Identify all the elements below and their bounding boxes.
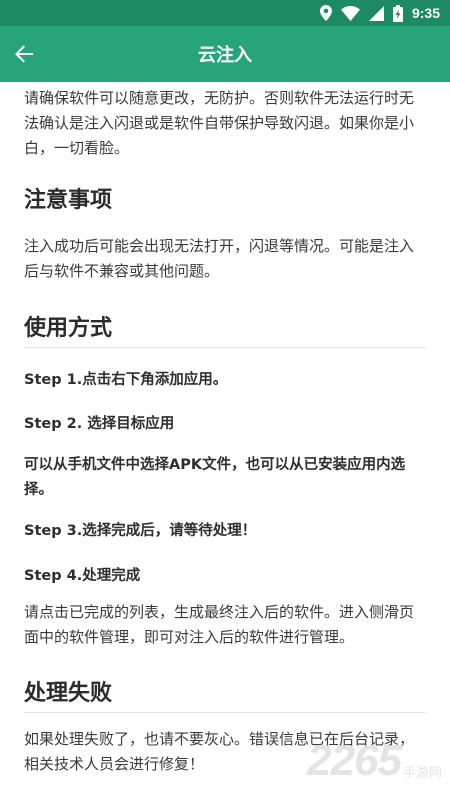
step-3: Step 3.选择完成后，请等待处理！: [24, 523, 257, 539]
app-bar: 云注入: [0, 26, 450, 82]
step-4: Step 4.处理完成: [24, 568, 141, 584]
step-2: Step 2. 选择目标应用: [24, 416, 175, 432]
arrow-left-icon: [15, 45, 33, 63]
notes-heading: 注意事项: [24, 188, 113, 213]
watermark-text: 手游网: [402, 766, 442, 781]
signal-icon: [368, 5, 384, 21]
fail-divider: [24, 712, 426, 713]
watermark-logo: 2265 手游网: [307, 739, 442, 783]
back-button[interactable]: [4, 34, 44, 74]
battery-charging-icon: [392, 4, 403, 22]
steps-paragraph: 请点击已完成的列表，生成最终注入后的软件。进入侧滑页面中的软件管理，即可对注入后…: [24, 603, 415, 646]
usage-divider: [24, 347, 426, 348]
fail-heading: 处理失败: [24, 681, 113, 706]
step-1: Step 1.点击右下角添加应用。: [24, 372, 228, 388]
wifi-icon: [340, 5, 360, 21]
location-icon: [319, 5, 332, 21]
step-2-detail: 可以从手机文件中选择APK文件，也可以从已安装应用内选择。: [24, 457, 406, 498]
intro-paragraph: 请确保软件可以随意更改，无防护。否则软件无法运行时无法确认是注入闪退或是软件自带…: [24, 89, 415, 157]
page-title: 云注入: [198, 45, 252, 66]
status-bar: 9:35: [0, 0, 450, 26]
usage-heading: 使用方式: [24, 316, 113, 341]
watermark-number: 2265: [307, 736, 402, 785]
status-time: 9:35: [411, 5, 440, 21]
notes-paragraph: 注入成功后可能会出现无法打开，闪退等情况。可能是注入后与软件不兼容或其他问题。: [24, 237, 415, 280]
